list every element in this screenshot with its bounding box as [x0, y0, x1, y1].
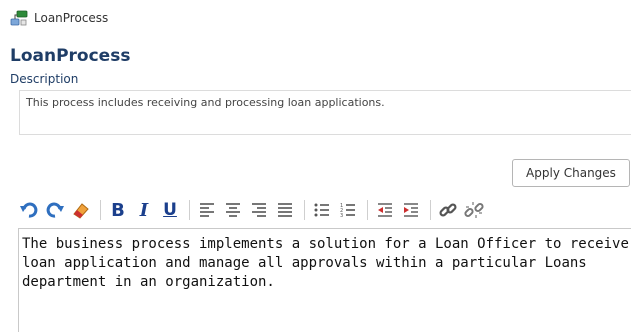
- link-icon[interactable]: [437, 199, 459, 221]
- rich-text-editor[interactable]: The business process implements a soluti…: [18, 228, 631, 332]
- eraser-icon[interactable]: [70, 199, 92, 221]
- breadcrumb-label: LoanProcess: [34, 11, 109, 25]
- unlink-icon[interactable]: [463, 199, 485, 221]
- bullet-list-icon[interactable]: [311, 199, 333, 221]
- page-title: LoanProcess: [10, 46, 131, 66]
- editor-line: loan application and manage all approval…: [22, 255, 587, 271]
- editor-line: The business process implements a soluti…: [22, 236, 631, 252]
- redo-icon[interactable]: [44, 199, 66, 221]
- editor-line: department in an organization.: [22, 274, 275, 290]
- breadcrumb: LoanProcess: [10, 9, 108, 27]
- align-justify-icon[interactable]: [274, 199, 296, 221]
- indent-icon[interactable]: [400, 199, 422, 221]
- undo-icon[interactable]: [18, 199, 40, 221]
- editor-toolbar: B I U 123: [18, 197, 630, 223]
- toolbar-separator: [304, 200, 305, 220]
- bold-button[interactable]: B: [107, 199, 129, 221]
- toolbar-separator: [367, 200, 368, 220]
- align-center-icon[interactable]: [222, 199, 244, 221]
- align-left-icon[interactable]: [196, 199, 218, 221]
- align-right-icon[interactable]: [248, 199, 270, 221]
- italic-button[interactable]: I: [133, 199, 155, 221]
- toolbar-separator: [100, 200, 101, 220]
- toolbar-separator: [189, 200, 190, 220]
- numbered-list-icon[interactable]: 123: [337, 199, 359, 221]
- description-label: Description: [10, 72, 79, 86]
- outdent-icon[interactable]: [374, 199, 396, 221]
- process-icon: [10, 10, 28, 26]
- underline-button[interactable]: U: [159, 199, 181, 221]
- description-text: This process includes receiving and proc…: [26, 96, 385, 109]
- toolbar-separator: [430, 200, 431, 220]
- svg-text:3: 3: [340, 213, 343, 218]
- apply-changes-button[interactable]: Apply Changes: [512, 159, 630, 187]
- description-field[interactable]: This process includes receiving and proc…: [19, 90, 631, 135]
